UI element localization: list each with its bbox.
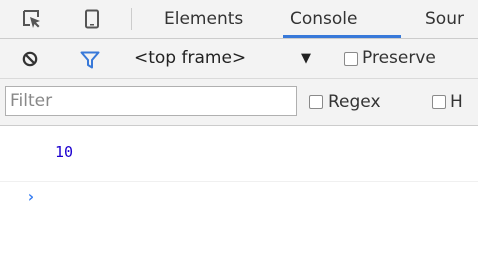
clear-console-icon[interactable] <box>22 51 38 67</box>
console-toolbar: <top frame> ▼ Preserve <box>0 39 478 79</box>
devtools-tab-bar: Elements Console Sour <box>0 0 478 39</box>
filter-bar: Regex H <box>0 79 478 126</box>
prompt-chevron-icon: › <box>26 187 36 206</box>
dropdown-arrow-icon[interactable]: ▼ <box>301 39 311 78</box>
console-prompt-row[interactable]: › <box>0 181 478 254</box>
console-number-value: 10 <box>55 143 74 161</box>
inspect-element-icon[interactable] <box>22 9 42 29</box>
hide-network-checkbox[interactable] <box>432 95 446 109</box>
regex-label[interactable]: Regex <box>328 79 381 125</box>
console-output: 10 › <box>0 126 478 254</box>
devtools-panel: Elements Console Sour <top frame> ▼ Pres… <box>0 0 478 254</box>
tab-sources[interactable]: Sour <box>425 0 464 38</box>
tab-elements[interactable]: Elements <box>164 0 243 38</box>
filter-input[interactable] <box>5 86 297 116</box>
toolbar-divider <box>131 8 132 30</box>
execution-context-selector[interactable]: <top frame> <box>134 39 246 78</box>
device-mode-icon[interactable] <box>82 9 102 29</box>
preserve-log-checkbox[interactable] <box>344 52 358 66</box>
regex-checkbox[interactable] <box>309 95 323 109</box>
console-message-row: 10 <box>0 126 478 182</box>
preserve-log-label[interactable]: Preserve <box>362 39 436 78</box>
active-tab-indicator <box>283 35 401 38</box>
tab-console[interactable]: Console <box>290 0 358 38</box>
hide-network-label[interactable]: H <box>450 79 463 125</box>
filter-funnel-icon[interactable] <box>80 51 100 69</box>
